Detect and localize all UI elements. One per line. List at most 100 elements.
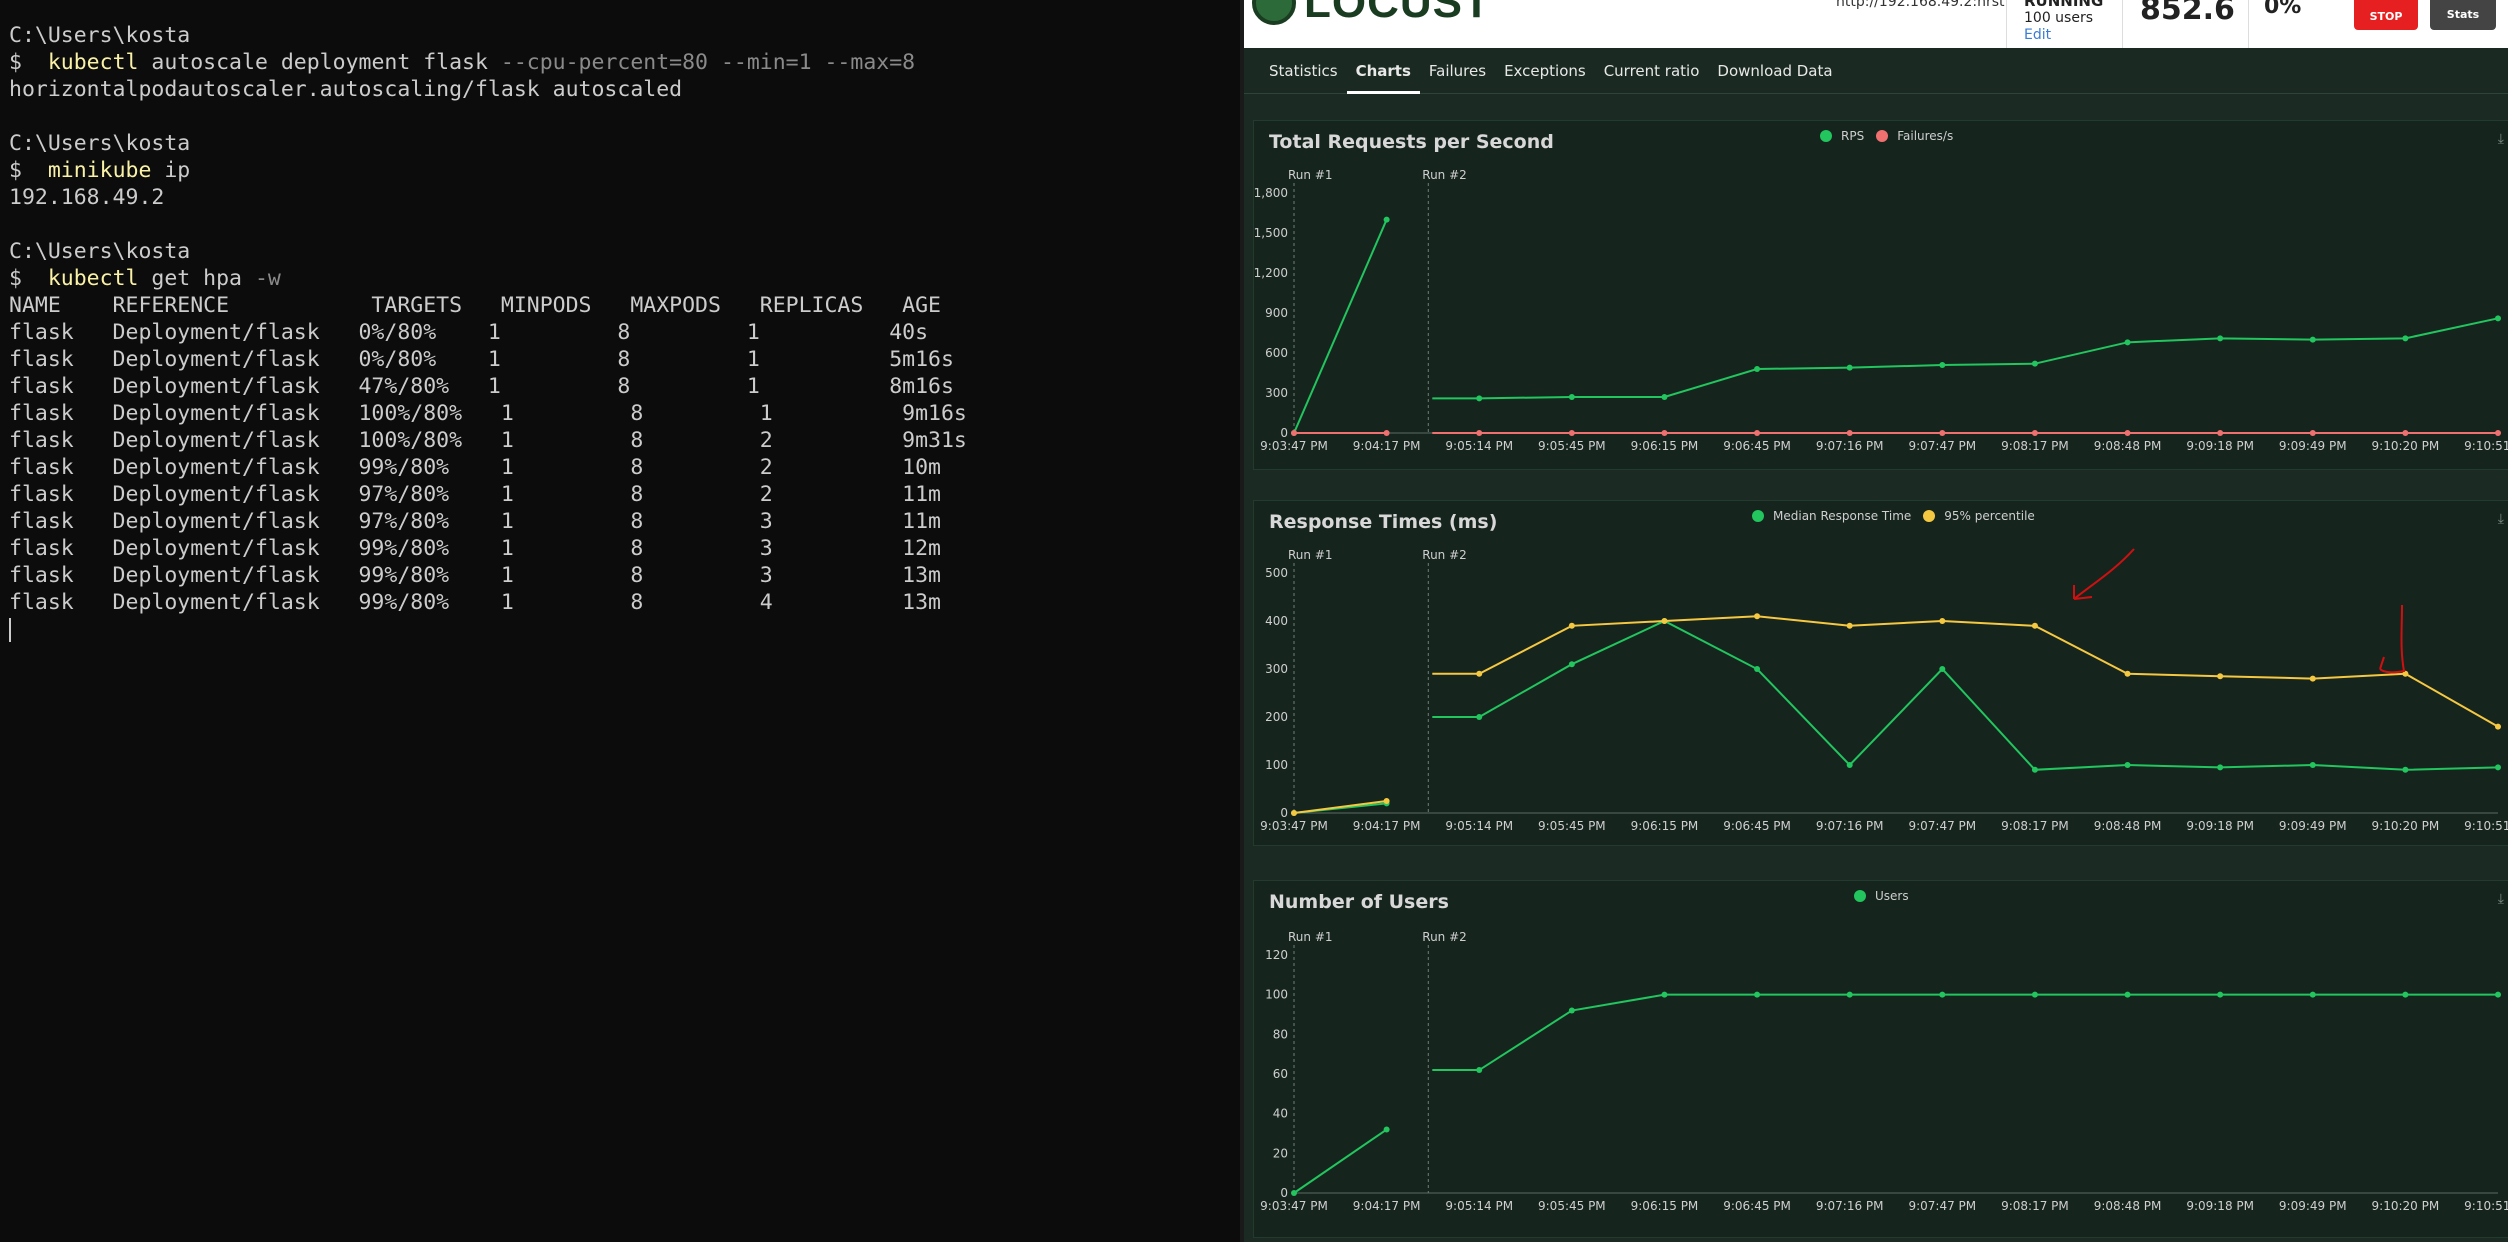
- data-point[interactable]: [2309, 430, 2316, 436]
- data-point[interactable]: [1846, 762, 1853, 768]
- data-point[interactable]: [2124, 991, 2131, 998]
- data-point[interactable]: [1383, 1126, 1390, 1133]
- data-point[interactable]: [2217, 991, 2224, 998]
- data-point[interactable]: [2217, 335, 2224, 342]
- data-point[interactable]: [1661, 430, 1668, 436]
- data-point[interactable]: [1568, 622, 1575, 629]
- stats-button[interactable]: Stats: [2430, 0, 2496, 30]
- terminal-text: 192.168.49.2: [9, 185, 165, 210]
- x-tick-label: 9:08:48 PM: [2094, 819, 2162, 833]
- tab-exceptions[interactable]: Exceptions: [1495, 48, 1595, 94]
- data-point[interactable]: [1661, 618, 1668, 624]
- data-point[interactable]: [1846, 622, 1853, 629]
- terminal-argument: -w: [254, 266, 281, 291]
- data-point[interactable]: [2217, 673, 2224, 680]
- edit-link[interactable]: Edit: [2024, 26, 2124, 44]
- data-point[interactable]: [1846, 364, 1853, 371]
- data-point[interactable]: [2031, 360, 2038, 367]
- data-point[interactable]: [1754, 366, 1761, 372]
- data-point[interactable]: [2031, 991, 2038, 998]
- run-label: Run #1: [1288, 548, 1333, 562]
- data-point[interactable]: [2124, 762, 2131, 768]
- y-tick-label: 0: [1280, 1186, 1288, 1200]
- data-point[interactable]: [1754, 430, 1761, 436]
- terminal-line: flask Deployment/flask 99%/80% 1 8 3 12m: [9, 535, 1240, 562]
- data-point[interactable]: [2124, 430, 2131, 436]
- data-point[interactable]: [1568, 661, 1575, 668]
- data-point[interactable]: [1939, 666, 1946, 672]
- data-point[interactable]: [2031, 622, 2038, 629]
- data-point[interactable]: [1476, 1067, 1483, 1074]
- run-label: Run #2: [1422, 930, 1467, 944]
- data-point[interactable]: [2031, 430, 2038, 436]
- tab-download-data[interactable]: Download Data: [1708, 48, 1841, 94]
- data-point[interactable]: [1661, 394, 1668, 400]
- data-point[interactable]: [1568, 430, 1575, 436]
- data-point[interactable]: [1939, 362, 1946, 368]
- x-tick-label: 9:08:48 PM: [2094, 439, 2162, 453]
- data-point[interactable]: [2402, 430, 2409, 436]
- y-tick-label: 1,800: [1254, 186, 1288, 200]
- chart-panel-users: Number of Users Users ⤓ 0 20 40 60 80 100 120 9…: [1253, 880, 2508, 1238]
- data-point[interactable]: [1939, 430, 1946, 436]
- data-point[interactable]: [1476, 430, 1483, 436]
- data-point[interactable]: [1476, 714, 1483, 720]
- tab-failures[interactable]: Failures: [1420, 48, 1495, 94]
- stop-button[interactable]: STOP: [2354, 0, 2418, 30]
- data-point[interactable]: [1568, 394, 1575, 400]
- data-point[interactable]: [1846, 430, 1853, 436]
- data-point[interactable]: [2402, 766, 2409, 773]
- terminal-text: C:\Users\kosta: [9, 131, 191, 156]
- data-point[interactable]: [2031, 766, 2038, 773]
- data-point[interactable]: [2402, 335, 2409, 342]
- data-point[interactable]: [2495, 764, 2501, 771]
- data-point[interactable]: [1939, 991, 1946, 998]
- data-point[interactable]: [2402, 991, 2409, 998]
- data-point[interactable]: [2495, 991, 2501, 998]
- data-point[interactable]: [2309, 675, 2316, 682]
- data-point[interactable]: [1383, 216, 1390, 223]
- data-point[interactable]: [1476, 670, 1483, 677]
- data-point[interactable]: [2309, 762, 2316, 768]
- x-tick-label: 9:05:45 PM: [1538, 439, 1606, 453]
- terminal-prompt-line[interactable]: [9, 616, 1240, 643]
- data-point[interactable]: [1939, 618, 1946, 624]
- data-point[interactable]: [1476, 395, 1483, 402]
- tab-charts[interactable]: Charts: [1346, 48, 1420, 94]
- data-point[interactable]: [1291, 430, 1297, 436]
- data-point[interactable]: [1754, 991, 1761, 998]
- data-point[interactable]: [1846, 991, 1853, 998]
- terminal-window[interactable]: C:\Users\kosta $ kubectl autoscale deploy…: [0, 0, 1240, 1242]
- data-point[interactable]: [2309, 336, 2316, 343]
- data-point[interactable]: [1291, 810, 1297, 816]
- x-tick-label: 9:04:17 PM: [1353, 439, 1421, 453]
- data-point[interactable]: [1568, 1007, 1575, 1014]
- terminal-text: ip: [151, 158, 191, 183]
- data-point[interactable]: [2124, 670, 2131, 677]
- tab-statistics[interactable]: Statistics: [1260, 48, 1347, 94]
- x-tick-label: 9:07:16 PM: [1816, 439, 1884, 453]
- x-tick-label: 9:07:47 PM: [1908, 439, 1976, 453]
- terminal-line: C:\Users\kosta: [9, 238, 1240, 265]
- y-tick-label: 600: [1265, 346, 1288, 360]
- data-point[interactable]: [2124, 339, 2131, 346]
- series-line-run1: [1293, 219, 1388, 434]
- series-line-run1: [1293, 1128, 1388, 1194]
- terminal-command: kubectl: [47, 50, 139, 75]
- data-point[interactable]: [2217, 430, 2224, 436]
- tab-current-ratio[interactable]: Current ratio: [1595, 48, 1709, 94]
- data-point[interactable]: [2495, 430, 2501, 436]
- data-point[interactable]: [1754, 613, 1761, 620]
- terminal-text: flask Deployment/flask 99%/80% 1 8 3 13m: [9, 563, 941, 588]
- data-point[interactable]: [1754, 666, 1761, 672]
- data-point[interactable]: [2217, 764, 2224, 771]
- data-point[interactable]: [2309, 991, 2316, 998]
- data-point[interactable]: [1383, 798, 1390, 804]
- data-point[interactable]: [2495, 315, 2501, 322]
- data-point[interactable]: [1661, 991, 1668, 998]
- data-point[interactable]: [2495, 723, 2501, 730]
- y-tick-label: 20: [1273, 1146, 1288, 1160]
- data-point[interactable]: [1383, 430, 1390, 436]
- tab-bar: Statistics Charts Failures Exceptions Curren…: [1244, 48, 2508, 94]
- data-point[interactable]: [1291, 1190, 1297, 1196]
